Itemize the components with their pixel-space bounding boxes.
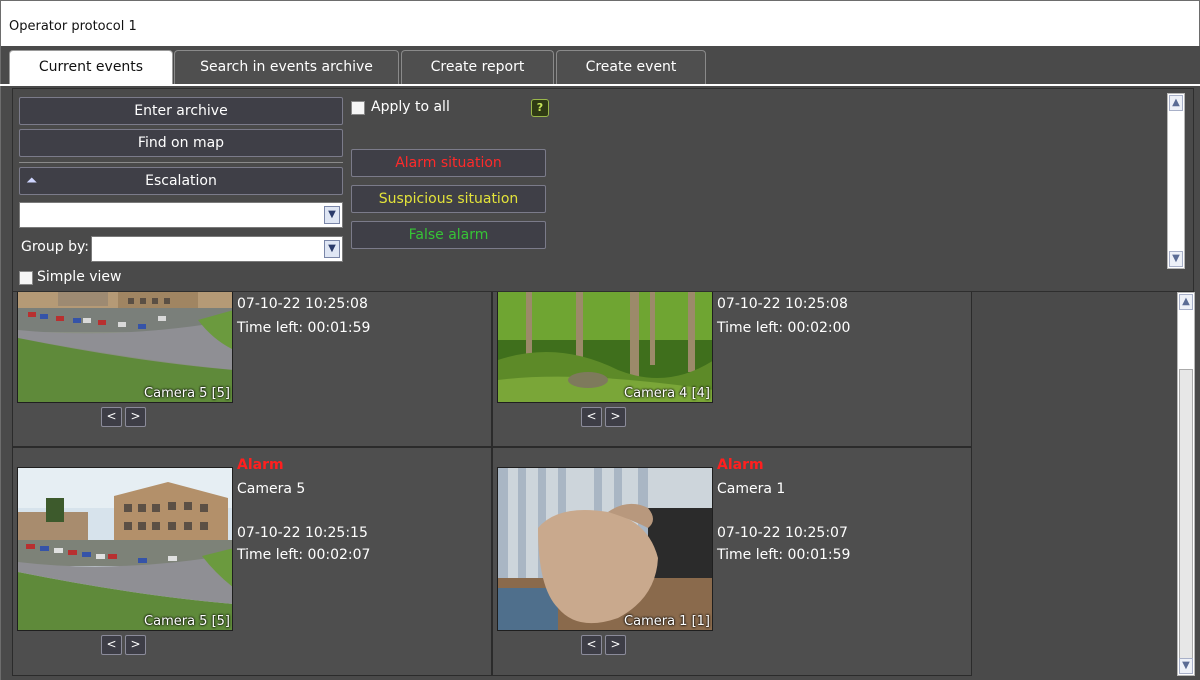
filter-combobox[interactable]: ▼ — [19, 202, 343, 228]
simple-view-checkbox[interactable] — [19, 271, 33, 285]
next-button[interactable]: > — [125, 407, 146, 427]
chevron-down-icon[interactable]: ▼ — [324, 240, 340, 258]
group-by-combobox[interactable]: ▼ — [91, 236, 343, 262]
tab-search-archive[interactable]: Search in events archive — [174, 50, 399, 84]
event-cell[interactable]: Camera 5 [5] Alarm Camera 5 07-10-22 10:… — [12, 447, 492, 676]
event-cell[interactable]: Camera 4 [4] 07-10-22 10:25:08 Time left… — [492, 279, 972, 447]
camera-snapshot[interactable]: Camera 4 [4] — [497, 279, 713, 403]
enter-archive-button[interactable]: Enter archive — [19, 97, 343, 125]
control-panel: Enter archive Find on map ⏶ Escalation ▼… — [12, 88, 1194, 292]
scroll-up-icon[interactable]: ▲ — [1169, 95, 1183, 111]
scroll-down-icon[interactable]: ▼ — [1169, 251, 1183, 267]
group-by-label: Group by: — [21, 239, 89, 255]
tab-current-events[interactable]: Current events — [9, 50, 173, 86]
scrollbar-thumb[interactable] — [1179, 369, 1193, 659]
prev-button[interactable]: < — [101, 407, 122, 427]
events-scrollbar[interactable]: ▲ ▼ — [1177, 292, 1195, 676]
scroll-down-icon[interactable]: ▼ — [1179, 658, 1193, 674]
event-cell[interactable]: Camera 1 [1] Alarm Camera 1 07-10-22 10:… — [492, 447, 972, 676]
camera-snapshot[interactable]: Camera 5 [5] — [17, 279, 233, 403]
next-button[interactable]: > — [605, 407, 626, 427]
window-titlebar: Operator protocol 1 — [0, 0, 1200, 46]
forest-image — [498, 280, 712, 402]
event-camera: Camera 5 — [237, 481, 306, 497]
help-icon[interactable]: ? — [531, 99, 549, 117]
event-datetime: 07-10-22 10:25:08 — [717, 296, 848, 312]
event-time-left: Time left: 00:02:00 — [717, 320, 851, 336]
tab-underline — [0, 84, 1200, 86]
alarm-situation-button[interactable]: Alarm situation — [351, 149, 546, 177]
camera-snapshot[interactable]: Camera 1 [1] — [497, 467, 713, 631]
apply-to-all-checkbox[interactable] — [351, 101, 365, 115]
event-cell[interactable]: Camera 5 [5] 07-10-22 10:25:08 Time left… — [12, 279, 492, 447]
event-time-left: Time left: 00:01:59 — [237, 320, 371, 336]
tab-create-event[interactable]: Create event — [556, 50, 706, 84]
suspicious-situation-button[interactable]: Suspicious situation — [351, 185, 546, 213]
prev-button[interactable]: < — [581, 635, 602, 655]
next-button[interactable]: > — [125, 635, 146, 655]
campus-image — [18, 280, 232, 402]
scroll-up-icon[interactable]: ▲ — [1179, 294, 1193, 310]
event-datetime: 07-10-22 10:25:15 — [237, 525, 368, 541]
alarm-status: Alarm — [237, 457, 284, 473]
camera-overlay-label: Camera 5 [5] — [144, 386, 230, 401]
next-button[interactable]: > — [605, 635, 626, 655]
double-chevron-up-icon: ⏶ — [26, 173, 38, 189]
escalation-button[interactable]: ⏶ Escalation — [19, 167, 343, 195]
false-alarm-button[interactable]: False alarm — [351, 221, 546, 249]
window-title: Operator protocol 1 — [9, 19, 137, 34]
office-hand-image — [498, 468, 712, 630]
panel-divider — [19, 162, 343, 163]
camera-overlay-label: Camera 4 [4] — [624, 386, 710, 401]
campus-image — [18, 468, 232, 630]
event-camera: Camera 1 — [717, 481, 786, 497]
prev-button[interactable]: < — [101, 635, 122, 655]
event-datetime: 07-10-22 10:25:08 — [237, 296, 368, 312]
escalation-label: Escalation — [145, 173, 217, 189]
camera-overlay-label: Camera 5 [5] — [144, 614, 230, 629]
tab-create-report[interactable]: Create report — [401, 50, 554, 84]
event-datetime: 07-10-22 10:25:07 — [717, 525, 848, 541]
camera-overlay-label: Camera 1 [1] — [624, 614, 710, 629]
apply-to-all-label: Apply to all — [371, 99, 450, 115]
simple-view-label: Simple view — [37, 269, 122, 285]
panel-scrollbar[interactable]: ▲ ▼ — [1167, 93, 1185, 269]
find-on-map-button[interactable]: Find on map — [19, 129, 343, 157]
event-time-left: Time left: 00:01:59 — [717, 547, 851, 563]
camera-snapshot[interactable]: Camera 5 [5] — [17, 467, 233, 631]
event-time-left: Time left: 00:02:07 — [237, 547, 371, 563]
alarm-status: Alarm — [717, 457, 764, 473]
chevron-down-icon[interactable]: ▼ — [324, 206, 340, 224]
prev-button[interactable]: < — [581, 407, 602, 427]
